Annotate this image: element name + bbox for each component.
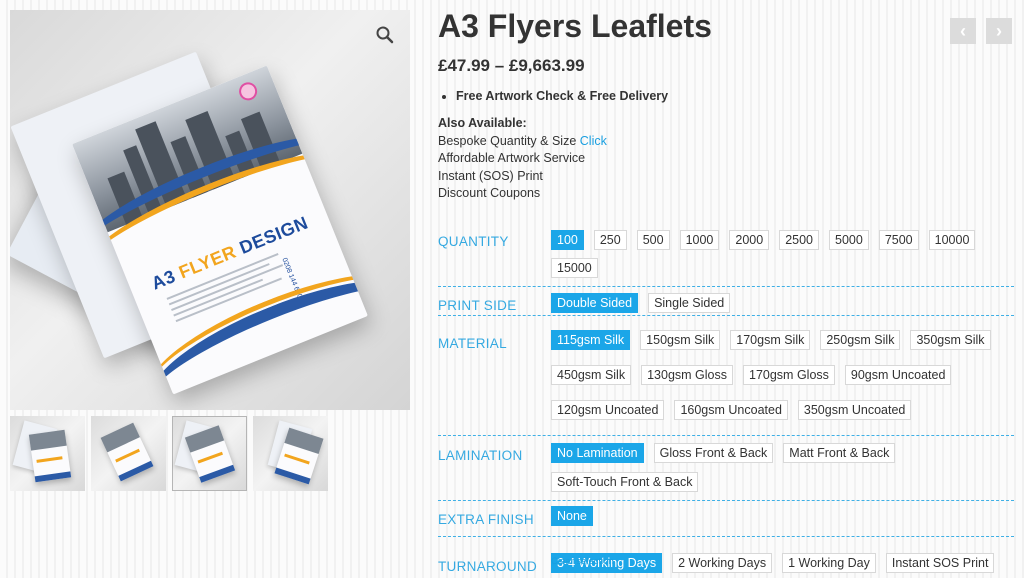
thumbnail-2[interactable] — [91, 416, 166, 491]
option-chip-material[interactable]: 115gsm Silk — [551, 330, 631, 350]
bespoke-click-link[interactable]: Click — [580, 134, 607, 148]
option-chip-material[interactable]: 160gsm Uncoated — [674, 400, 788, 420]
option-chip-quantity[interactable]: 2500 — [779, 230, 820, 250]
option-row-material: MATERIAL 115gsm Silk 150gsm Silk 170gsm Si… — [438, 316, 1014, 436]
option-chip-material[interactable]: 350gsm Silk — [910, 330, 991, 350]
option-row-lamination: LAMINATION No Lamination Gloss Front & Ba… — [438, 436, 1014, 501]
option-chip-turnaround[interactable]: Instant SOS Print — [885, 553, 995, 573]
option-label-extra-finish: EXTRA FINISH — [438, 512, 534, 527]
product-title: A3 Flyers Leaflets — [438, 8, 712, 44]
option-label-turnaround: TURNAROUND — [438, 559, 537, 574]
option-chip-lamination[interactable]: Matt Front & Back — [783, 443, 896, 463]
option-label-material: MATERIAL — [438, 336, 507, 351]
option-chip-material[interactable]: 120gsm Uncoated — [551, 400, 665, 420]
product-main-image[interactable]: A3 FLYER DESIGN 0208 144 6304 — [10, 10, 410, 410]
option-values-lamination: No Lamination Gloss Front & Back Matt Fron… — [551, 436, 1014, 500]
also-line-artwork: Affordable Artwork Service — [438, 151, 586, 165]
option-chip-lamination[interactable]: Gloss Front & Back — [653, 443, 774, 463]
variation-options: QUANTITY 100 250 500 1000 2000 2500 5000 7500 10… — [438, 226, 1014, 578]
option-label-print-side: PRINT SIDE — [438, 298, 517, 313]
option-row-extra-finish: EXTRA FINISH None — [438, 501, 1014, 537]
option-chip-material[interactable]: 150gsm Silk — [640, 330, 721, 350]
option-values-material: 115gsm Silk 150gsm Silk 170gsm Silk 250gsm … — [551, 316, 1014, 435]
option-chip-material[interactable]: 170gsm Gloss — [743, 365, 835, 385]
option-label-quantity: QUANTITY — [438, 234, 509, 249]
option-chip-quantity[interactable]: 2000 — [729, 230, 770, 250]
option-chip-quantity[interactable]: 10000 — [928, 230, 976, 250]
also-line-bespoke: Bespoke Quantity & Size Click — [438, 133, 607, 148]
option-chip-material[interactable]: 130gsm Gloss — [641, 365, 733, 385]
also-available-section: Also Available: Bespoke Quantity & Size … — [438, 115, 607, 203]
chevron-left-icon[interactable]: ‹ — [950, 18, 976, 44]
also-line-coupons: Discount Coupons — [438, 186, 541, 200]
option-row-print-side: PRINT SIDE Double Sided Single Sided — [438, 287, 1014, 316]
option-values-extra-finish: None — [551, 501, 1014, 536]
thumbnail-3[interactable] — [172, 416, 247, 491]
option-label-lamination: LAMINATION — [438, 448, 523, 463]
option-chip-material[interactable]: 90gsm Uncoated — [844, 365, 952, 385]
option-chip-lamination[interactable]: No Lamination — [551, 443, 644, 463]
search-icon[interactable] — [374, 24, 396, 46]
option-chip-material[interactable]: 350gsm Uncoated — [797, 400, 912, 420]
option-values-print-side: Double Sided Single Sided — [551, 287, 1014, 315]
option-chip-print-side[interactable]: Single Sided — [648, 293, 731, 313]
option-chip-quantity[interactable]: 100 — [551, 230, 584, 250]
option-row-turnaround: TURNAROUND 3-4 Working Days 2 Working Day… — [438, 537, 1014, 578]
option-row-quantity: QUANTITY 100 250 500 1000 2000 2500 5000 7500 10… — [438, 226, 1014, 287]
option-chip-turnaround[interactable]: 2 Working Days — [672, 553, 773, 573]
option-chip-quantity[interactable]: 15000 — [551, 258, 598, 278]
also-available-heading: Also Available: — [438, 116, 527, 130]
option-chip-quantity[interactable]: 7500 — [878, 230, 919, 250]
thumbnail-strip — [10, 416, 328, 491]
option-values-turnaround: 3-4 Working Days 2 Working Days 1 Working … — [551, 537, 1014, 578]
option-chip-extra-finish[interactable]: None — [551, 506, 593, 526]
option-chip-quantity[interactable]: 500 — [636, 230, 670, 250]
option-chip-quantity[interactable]: 5000 — [829, 230, 869, 250]
feature-item: Free Artwork Check & Free Delivery — [456, 89, 668, 103]
option-chip-material[interactable]: 450gsm Silk — [551, 365, 632, 385]
clear-selection-link[interactable]: Clear selection — [551, 556, 614, 567]
option-chip-turnaround[interactable]: 1 Working Day — [782, 553, 876, 573]
option-chip-lamination[interactable]: Soft-Touch Front & Back — [551, 471, 699, 492]
option-chip-quantity[interactable]: 1000 — [679, 230, 720, 250]
option-values-quantity: 100 250 500 1000 2000 2500 5000 7500 10000 15000 — [551, 226, 1014, 286]
product-navigation: ‹ › — [950, 18, 1012, 44]
option-chip-print-side[interactable]: Double Sided — [551, 293, 639, 313]
product-price: £47.99 – £9,663.99 — [438, 56, 585, 75]
thumbnail-4[interactable] — [253, 416, 328, 491]
option-chip-quantity[interactable]: 250 — [593, 230, 627, 250]
feature-list: Free Artwork Check & Free Delivery — [456, 89, 668, 103]
option-chip-material[interactable]: 170gsm Silk — [730, 330, 811, 350]
thumbnail-1[interactable] — [10, 416, 85, 491]
option-chip-material[interactable]: 250gsm Silk — [820, 330, 901, 350]
chevron-right-icon[interactable]: › — [986, 18, 1012, 44]
also-line-sos: Instant (SOS) Print — [438, 168, 543, 183]
